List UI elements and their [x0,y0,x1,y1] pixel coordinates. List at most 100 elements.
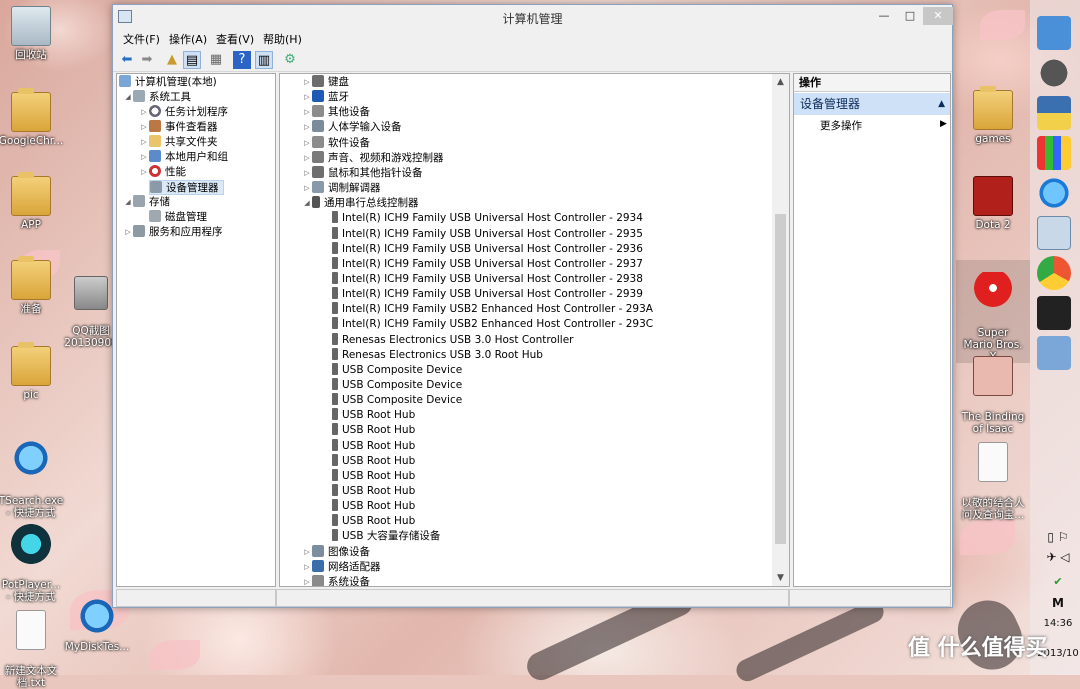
expand-triangle-icon[interactable]: ▷ [302,120,312,135]
tree-item-local-users[interactable]: ▷ 本地用户和组 [139,150,228,165]
back-arrow-icon[interactable]: ⬅ [118,51,136,69]
expand-triangle-icon[interactable]: ▷ [139,165,149,180]
ime-indicator[interactable]: M [1036,596,1080,610]
show-tree-icon[interactable]: ▤ [183,51,201,69]
usb-device-item[interactable]: Renesas Electronics USB 3.0 Root Hub [332,348,543,363]
collapse-triangle-icon[interactable]: ◢ [123,90,133,105]
usb-device-item[interactable]: USB Composite Device [332,393,462,408]
desktop-icon-app-folder[interactable]: APP [0,172,68,231]
expand-triangle-icon[interactable]: ▷ [302,181,312,196]
collapse-triangle-icon[interactable]: ◢ [123,195,133,210]
expand-triangle-icon[interactable]: ▷ [302,75,312,90]
title-bar[interactable]: 计算机管理 — □ ✕ [113,5,953,29]
properties-icon[interactable]: ▦ [207,51,225,69]
vertical-scrollbar[interactable]: ▲ ▼ [772,74,789,586]
expand-triangle-icon[interactable]: ▷ [302,166,312,181]
expand-triangle-icon[interactable]: ▷ [123,225,133,240]
expand-triangle-icon[interactable]: ▷ [139,135,149,150]
menu-view[interactable]: 查看(V) [216,31,254,47]
desktop-icon-document[interactable]: 以敬的结合人 问及查询宝... [956,430,1030,521]
desktop-icon-games-folder[interactable]: games [956,86,1030,145]
expand-triangle-icon[interactable]: ▷ [302,545,312,560]
usb-device-item[interactable]: Intel(R) ICH9 Family USB Universal Host … [332,211,643,226]
device-category[interactable]: ▷ 调制解调器 [302,181,381,196]
expand-triangle-icon[interactable]: ▷ [302,575,312,586]
usb-device-item[interactable]: Intel(R) ICH9 Family USB Universal Host … [332,272,643,287]
device-category[interactable]: ▷ 网络适配器 [302,560,381,575]
usb-device-item[interactable]: Intel(R) ICH9 Family USB Universal Host … [332,227,643,242]
expand-triangle-icon[interactable]: ▷ [139,150,149,165]
device-category[interactable]: ▷ 蓝牙 [302,90,349,105]
scan-hardware-icon[interactable]: ⚙ [281,51,299,69]
usb-device-item[interactable]: Intel(R) ICH9 Family USB Universal Host … [332,257,643,272]
device-category[interactable]: ▷ 键盘 [302,75,349,90]
clock-time[interactable]: 14:36 [1036,618,1080,629]
tree-root[interactable]: 计算机管理(本地) [119,75,217,90]
chrome-tile-icon[interactable] [1037,256,1071,290]
more-actions-item[interactable]: 更多操作 [820,118,862,133]
usb-device-item[interactable]: USB Root Hub [332,499,415,514]
maximize-button[interactable]: □ [897,7,923,25]
tree-item-system-tools[interactable]: ◢ 系统工具 [123,90,191,105]
desktop-icon-tsearch[interactable]: TSearch.exe - 快捷方式 [0,428,68,519]
scroll-up-icon[interactable]: ▲ [772,74,789,90]
tree-item-storage[interactable]: ◢ 存储 [123,195,170,210]
expand-triangle-icon[interactable]: ▷ [302,560,312,575]
desktop-icon-new-text-file[interactable]: 新建文本文 档.txt [0,598,68,689]
tree-item-disk-management[interactable]: 磁盘管理 [149,210,207,225]
collapse-up-icon[interactable]: ▲ [938,93,945,115]
expand-triangle-icon[interactable]: ▷ [139,105,149,120]
actions-group-device-manager[interactable]: 设备管理器 ▲ [794,93,950,115]
up-folder-icon[interactable]: ▲ [163,51,181,69]
desktop-icon-binding-of-isaac[interactable]: The Binding of Isaac [956,344,1030,435]
usb-device-item[interactable]: USB Root Hub [332,423,415,438]
close-button[interactable]: ✕ [923,7,953,25]
minimize-button[interactable]: — [871,7,897,25]
usb-device-item[interactable]: USB Root Hub [332,469,415,484]
usb-device-item[interactable]: USB Composite Device [332,378,462,393]
device-category-usb[interactable]: ◢ 通用串行总线控制器 [302,196,419,211]
python-tile-icon[interactable] [1037,96,1071,130]
tree-item-performance[interactable]: ▷ 性能 [139,165,186,180]
device-category[interactable]: ▷ 系统设备 [302,575,370,586]
collapse-triangle-icon[interactable]: ◢ [302,196,312,211]
expand-triangle-icon[interactable]: ▷ [302,151,312,166]
scrollbar-thumb[interactable] [775,214,786,544]
usb-device-item[interactable]: USB Root Hub [332,454,415,469]
desktop-icon-recycle-bin[interactable]: 回收站 [0,6,68,61]
expand-triangle-icon[interactable]: ▷ [302,105,312,120]
tree-item-event-viewer[interactable]: ▷ 事件查看器 [139,120,218,135]
tree-item-services-apps[interactable]: ▷ 服务和应用程序 [123,225,223,240]
internet-explorer-tile-icon[interactable] [1037,176,1071,210]
device-category[interactable]: ▷ 声音、视频和游戏控制器 [302,151,444,166]
expand-triangle-icon[interactable]: ▷ [302,90,312,105]
menu-file[interactable]: 文件(F) [123,31,160,47]
shield-icon[interactable]: ✔ [1036,575,1080,588]
desktop-icon-pic-folder[interactable]: pic [0,342,68,401]
tree-item-shared-folders[interactable]: ▷ 共享文件夹 [139,135,218,150]
device-category[interactable]: ▷ 图像设备 [302,545,370,560]
tree-item-task-scheduler[interactable]: ▷ 任务计划程序 [139,105,228,120]
black-orb-tile-icon[interactable] [1037,56,1071,90]
desktop-icon-googlechrome-folder[interactable]: GoogleChr... [0,88,68,147]
usb-device-item[interactable]: USB Root Hub [332,439,415,454]
folder-window-tile-icon[interactable] [1037,216,1071,250]
device-category[interactable]: ▷ 软件设备 [302,136,370,151]
expand-triangle-icon[interactable]: ▷ [302,136,312,151]
expand-triangle-icon[interactable]: ▷ [139,120,149,135]
usb-device-item[interactable]: USB Root Hub [332,514,415,529]
device-category[interactable]: ▷ 鼠标和其他指针设备 [302,166,423,181]
usb-device-item[interactable]: Intel(R) ICH9 Family USB2 Enhanced Host … [332,302,653,317]
tree-item-device-manager[interactable]: 设备管理器 [149,180,224,195]
desktop-icon-potplayer[interactable]: PotPlayer... - 快捷方式 [0,512,68,603]
device-category[interactable]: ▷ 人体学输入设备 [302,120,402,135]
usb-device-item[interactable]: USB Composite Device [332,363,462,378]
desktop-icon-dota2[interactable]: Dota 2 [956,176,1030,231]
usb-device-item[interactable]: Renesas Electronics USB 3.0 Host Control… [332,333,574,348]
usb-device-item[interactable]: USB Root Hub [332,484,415,499]
computer-tile-icon[interactable] [1037,16,1071,50]
usb-device-item[interactable]: Intel(R) ICH9 Family USB Universal Host … [332,287,643,302]
apps-grid-tile-icon[interactable] [1037,136,1071,170]
device-category[interactable]: ▷ 其他设备 [302,105,370,120]
usb-device-item[interactable]: Intel(R) ICH9 Family USB2 Enhanced Host … [332,317,653,332]
